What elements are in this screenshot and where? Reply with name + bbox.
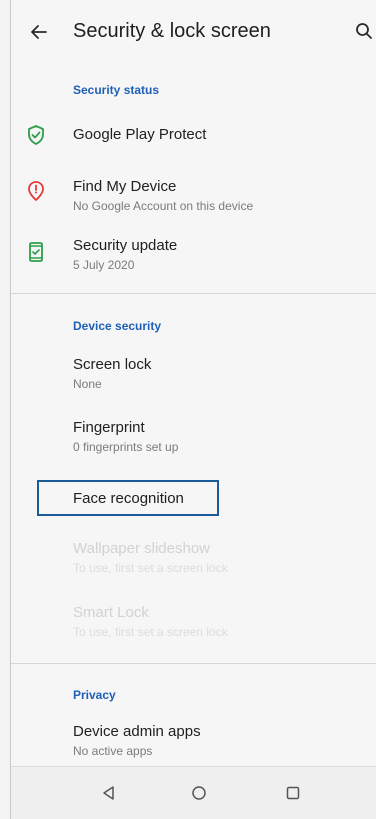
settings-screen: Security & lock screen Security status G…: [10, 0, 376, 819]
square-recents-icon: [286, 786, 300, 800]
page-title: Security & lock screen: [73, 20, 271, 42]
location-alert-icon: [28, 181, 44, 202]
item-title: Screen lock: [73, 356, 152, 373]
shield-check-icon: [28, 125, 44, 145]
item-subtitle: No active apps: [73, 744, 153, 758]
item-title: Smart Lock: [73, 604, 149, 621]
item-subtitle: No Google Account on this device: [73, 199, 254, 213]
phone-check-icon: [29, 242, 43, 262]
item-subtitle: To use, first set a screen lock: [73, 561, 228, 575]
section-header-device-security: Device security: [73, 319, 162, 333]
focus-highlight: [37, 480, 219, 516]
section-divider: [11, 663, 376, 664]
section-header-privacy: Privacy: [73, 688, 116, 702]
item-find-my-device[interactable]: Find My Device No Google Account on this…: [11, 168, 376, 216]
item-subtitle: To use, first set a screen lock: [73, 625, 228, 639]
arrow-left-icon: [31, 25, 47, 39]
item-google-play-protect[interactable]: Google Play Protect: [11, 114, 376, 156]
section-header-security-status: Security status: [73, 83, 160, 97]
section-divider: [11, 293, 376, 294]
item-subtitle: 0 fingerprints set up: [73, 440, 179, 454]
search-icon: [356, 23, 372, 39]
item-title: Wallpaper slideshow: [73, 540, 211, 557]
nav-recents-button[interactable]: [281, 781, 305, 805]
nav-back-button[interactable]: [97, 781, 121, 805]
item-subtitle: 5 July 2020: [73, 258, 135, 272]
item-smart-lock: Smart Lock To use, first set a screen lo…: [11, 600, 376, 648]
system-navigation-bar: [11, 766, 376, 819]
item-title: Device admin apps: [73, 723, 201, 740]
back-button[interactable]: [25, 18, 53, 46]
item-screen-lock[interactable]: Screen lock None: [11, 350, 376, 398]
item-wallpaper-slideshow: Wallpaper slideshow To use, first set a …: [11, 536, 376, 584]
item-security-update[interactable]: Security update 5 July 2020: [11, 229, 376, 277]
nav-home-button[interactable]: [187, 781, 211, 805]
item-title: Google Play Protect: [73, 126, 207, 143]
item-subtitle: None: [73, 377, 102, 391]
app-bar: Security & lock screen: [11, 0, 376, 68]
circle-home-icon: [192, 786, 206, 800]
item-title: Find My Device: [73, 178, 177, 195]
search-button[interactable]: [351, 18, 376, 44]
item-device-admin-apps[interactable]: Device admin apps No active apps: [11, 718, 376, 766]
item-title: Fingerprint: [73, 419, 145, 436]
triangle-back-icon: [103, 786, 114, 800]
item-title: Security update: [73, 237, 178, 254]
item-fingerprint[interactable]: Fingerprint 0 fingerprints set up: [11, 413, 376, 461]
